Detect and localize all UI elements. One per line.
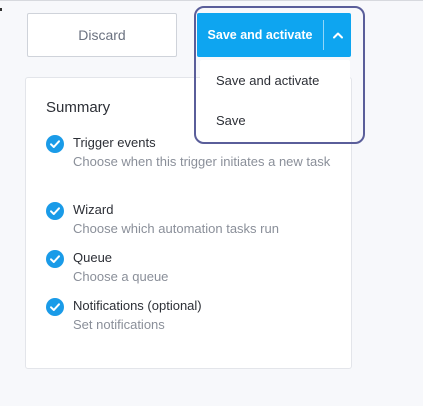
discard-button[interactable]: Discard <box>27 13 177 57</box>
top-divider <box>0 0 423 1</box>
step-title: Wizard <box>73 202 114 217</box>
check-circle-icon <box>46 250 64 268</box>
summary-title: Summary <box>46 99 111 116</box>
check-circle-icon <box>46 135 64 153</box>
menu-item-save[interactable]: Save <box>200 100 350 140</box>
save-options-menu: Save and activate Save <box>200 60 350 140</box>
step-description: Set notifications <box>73 317 165 332</box>
chevron-up-icon[interactable] <box>324 31 351 39</box>
step-description: Choose when this trigger initiates a new… <box>73 154 331 169</box>
corner-mark <box>0 8 2 11</box>
check-circle-icon <box>46 202 64 220</box>
check-circle-icon <box>46 298 64 316</box>
page: Discard Summary Trigger events Choose wh… <box>0 0 423 406</box>
step-description: Choose a queue <box>73 269 169 284</box>
save-split-button: Save and activate <box>197 13 351 57</box>
step-title: Trigger events <box>73 135 156 150</box>
save-and-activate-button[interactable]: Save and activate <box>197 28 323 42</box>
menu-item-save-and-activate[interactable]: Save and activate <box>200 60 350 100</box>
step-description: Choose which automation tasks run <box>73 221 279 236</box>
step-title: Queue <box>73 250 113 265</box>
step-title: Notifications (optional) <box>73 298 202 313</box>
